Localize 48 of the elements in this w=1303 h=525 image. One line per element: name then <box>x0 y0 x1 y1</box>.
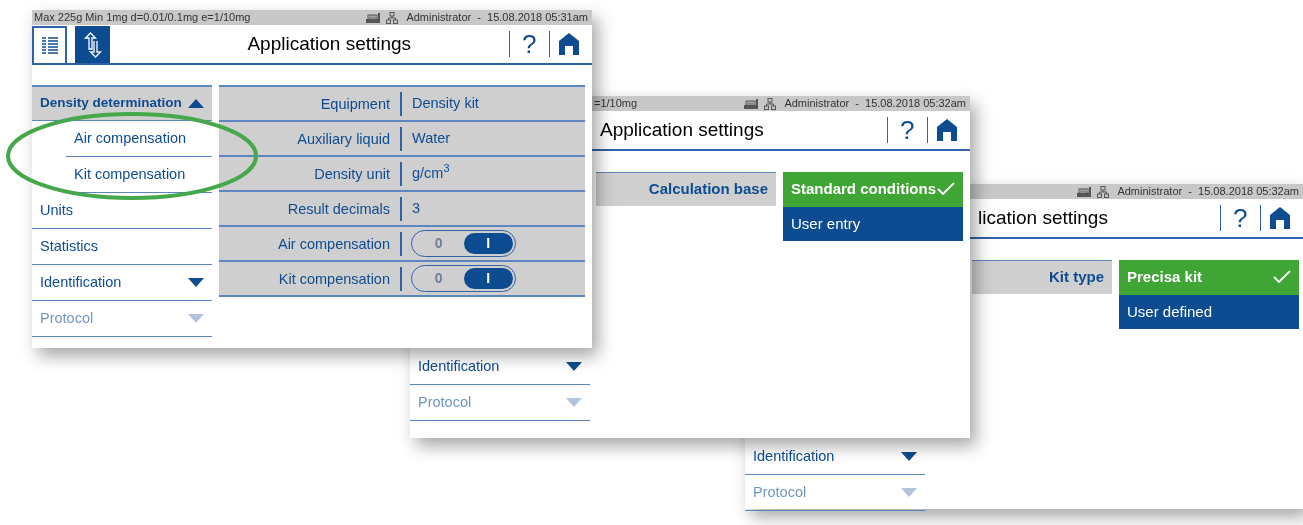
setting-label: Equipment <box>219 91 402 116</box>
home-icon[interactable] <box>936 118 958 142</box>
sidebar-item[interactable]: Statistics <box>32 229 212 264</box>
sidebar-item[interactable]: Identification <box>410 349 590 384</box>
balance-icon <box>743 97 760 110</box>
user-datetime: Administrator - 15.08.2018 05:32am <box>784 98 966 109</box>
window-title: Application settings <box>599 117 765 142</box>
setting-value: Density kit <box>411 93 479 113</box>
help-button[interactable]: ? <box>1221 205 1260 231</box>
sidebar-item[interactable]: Identification <box>745 439 925 474</box>
help-button[interactable]: ? <box>510 31 549 57</box>
setting-label: Kit compensation <box>219 266 402 291</box>
sidebar-item[interactable]: Density determination <box>32 85 212 120</box>
setting-label: Result decimals <box>219 196 402 221</box>
home-icon[interactable] <box>1269 206 1291 230</box>
up-down-arrows-icon <box>82 31 103 58</box>
window-title: Application settings <box>246 31 413 56</box>
sidebar-item[interactable]: Identification <box>32 265 212 300</box>
setting-value: g/cm$^{3}$ <box>411 162 450 183</box>
setting-label: Auxiliary liquid <box>219 126 402 151</box>
tab[interactable] <box>32 26 67 63</box>
scale-info: =1/10mg <box>594 98 638 109</box>
user-datetime: Administrator - 15.08.2018 05:32am <box>1117 186 1299 197</box>
sidebar-item[interactable]: Kit compensation <box>66 157 212 192</box>
check-icon <box>937 181 955 198</box>
balance-icon <box>1076 185 1093 198</box>
help-button[interactable]: ? <box>888 117 927 143</box>
window-title: lication settings <box>977 205 1109 230</box>
network-icon <box>386 11 399 24</box>
check-icon <box>1273 269 1291 286</box>
network-icon <box>1097 185 1110 198</box>
list-icon <box>40 35 59 56</box>
network-icon <box>764 97 777 110</box>
tab[interactable] <box>75 26 110 63</box>
option-item[interactable]: User entry <box>783 206 963 241</box>
user-datetime: Administrator - 15.08.2018 05:31am <box>406 12 588 23</box>
setting-label: Calculation base <box>596 172 776 206</box>
setting-label: Density unit <box>219 161 402 186</box>
setting-label: Kit type <box>972 260 1112 294</box>
scale-info: Max 225g Min 1mg d=0.01/0.1mg e=1/10mg <box>34 12 251 23</box>
balance-icon <box>365 11 382 24</box>
setting-label: Air compensation <box>219 231 402 256</box>
sidebar-item[interactable]: Air compensation <box>66 121 212 156</box>
home-icon[interactable] <box>558 32 580 56</box>
setting-value: Water <box>411 128 451 148</box>
sidebar-item[interactable]: Units <box>32 193 212 228</box>
option-item[interactable]: User defined <box>1119 294 1299 329</box>
setting-value: 3 <box>411 198 421 218</box>
